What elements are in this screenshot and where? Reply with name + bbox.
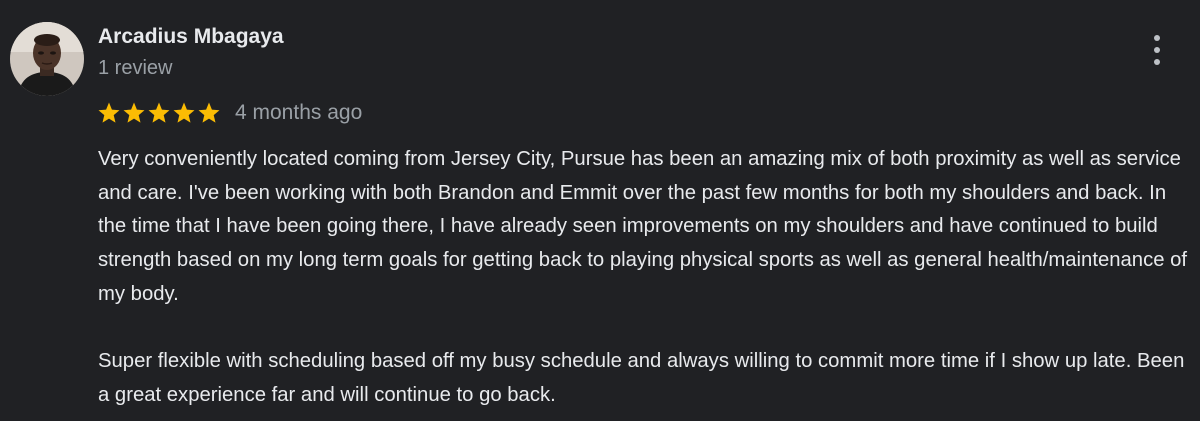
star-icon [173,102,195,123]
more-vert-icon-dot [1154,59,1160,65]
review-text: Very conveniently located coming from Je… [98,143,1198,413]
star-icon [148,102,170,123]
more-vert-icon-dot [1154,47,1160,53]
star-icon [98,102,120,123]
more-options-button[interactable] [1140,30,1174,70]
more-vert-icon [1154,35,1160,41]
author-avatar[interactable] [10,22,84,96]
star-icon [198,102,220,123]
user-avatar-icon [10,22,84,96]
star-rating [97,101,221,125]
star-icon [123,102,145,123]
rating-row: 4 months ago [97,99,362,127]
author-review-count: 1 review [98,57,173,79]
review-card: Arcadius Mbagaya 1 review 4 months ago V… [0,0,1200,421]
review-date: 4 months ago [235,101,363,124]
author-name[interactable]: Arcadius Mbagaya [98,25,284,49]
review-paragraph: Super flexible with scheduling based off… [98,350,1185,406]
review-paragraph: Very conveniently located coming from Je… [98,148,1188,305]
